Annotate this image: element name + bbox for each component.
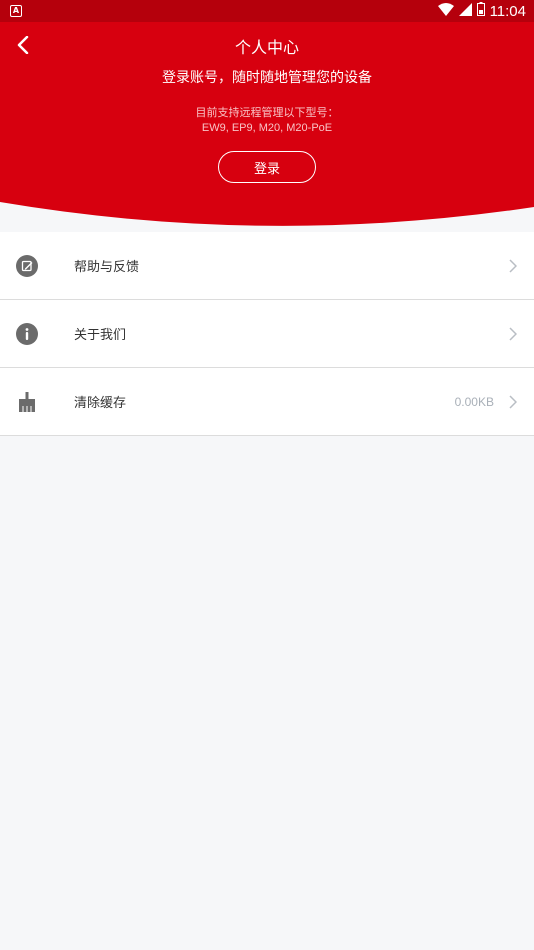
- status-time: 11:04: [489, 2, 526, 20]
- header: 个人中心 登录账号，随时随地管理您的设备 目前支持远程管理以下型号： EW9, …: [0, 22, 534, 234]
- edit-feedback-icon: [16, 254, 38, 277]
- login-button-label: 登录: [253, 161, 280, 177]
- info-icon: [16, 322, 38, 345]
- menu-item-help-feedback[interactable]: 帮助与反馈: [0, 232, 534, 300]
- chevron-right-icon: [508, 258, 518, 274]
- settings-menu: 帮助与反馈 关于我们 清除缓存 0.00KB: [0, 232, 534, 436]
- login-button[interactable]: 登录: [218, 151, 316, 183]
- notification-icon: A: [10, 5, 22, 17]
- menu-item-about-us[interactable]: 关于我们: [0, 300, 534, 368]
- status-left: A: [10, 5, 22, 17]
- menu-item-clear-cache[interactable]: 清除缓存 0.00KB: [0, 368, 534, 436]
- signal-icon: [458, 2, 472, 20]
- support-note: 目前支持远程管理以下型号：: [195, 106, 339, 119]
- menu-item-label: 关于我们: [74, 328, 127, 343]
- battery-icon: [476, 2, 485, 20]
- broom-icon: [16, 391, 38, 413]
- page-title: 个人中心: [234, 38, 299, 57]
- header-subtitle: 登录账号，随时随地管理您的设备: [162, 70, 372, 86]
- wifi-icon: [437, 2, 454, 20]
- supported-models: EW9, EP9, M20, M20-PoE: [201, 122, 333, 134]
- status-bar: A 11:04: [0, 0, 534, 22]
- cache-size: 0.00KB: [454, 394, 494, 409]
- menu-item-label: 帮助与反馈: [74, 260, 140, 275]
- status-right: 11:04: [437, 2, 526, 20]
- chevron-right-icon: [508, 394, 518, 410]
- menu-item-label: 清除缓存: [74, 396, 127, 411]
- chevron-right-icon: [508, 326, 518, 342]
